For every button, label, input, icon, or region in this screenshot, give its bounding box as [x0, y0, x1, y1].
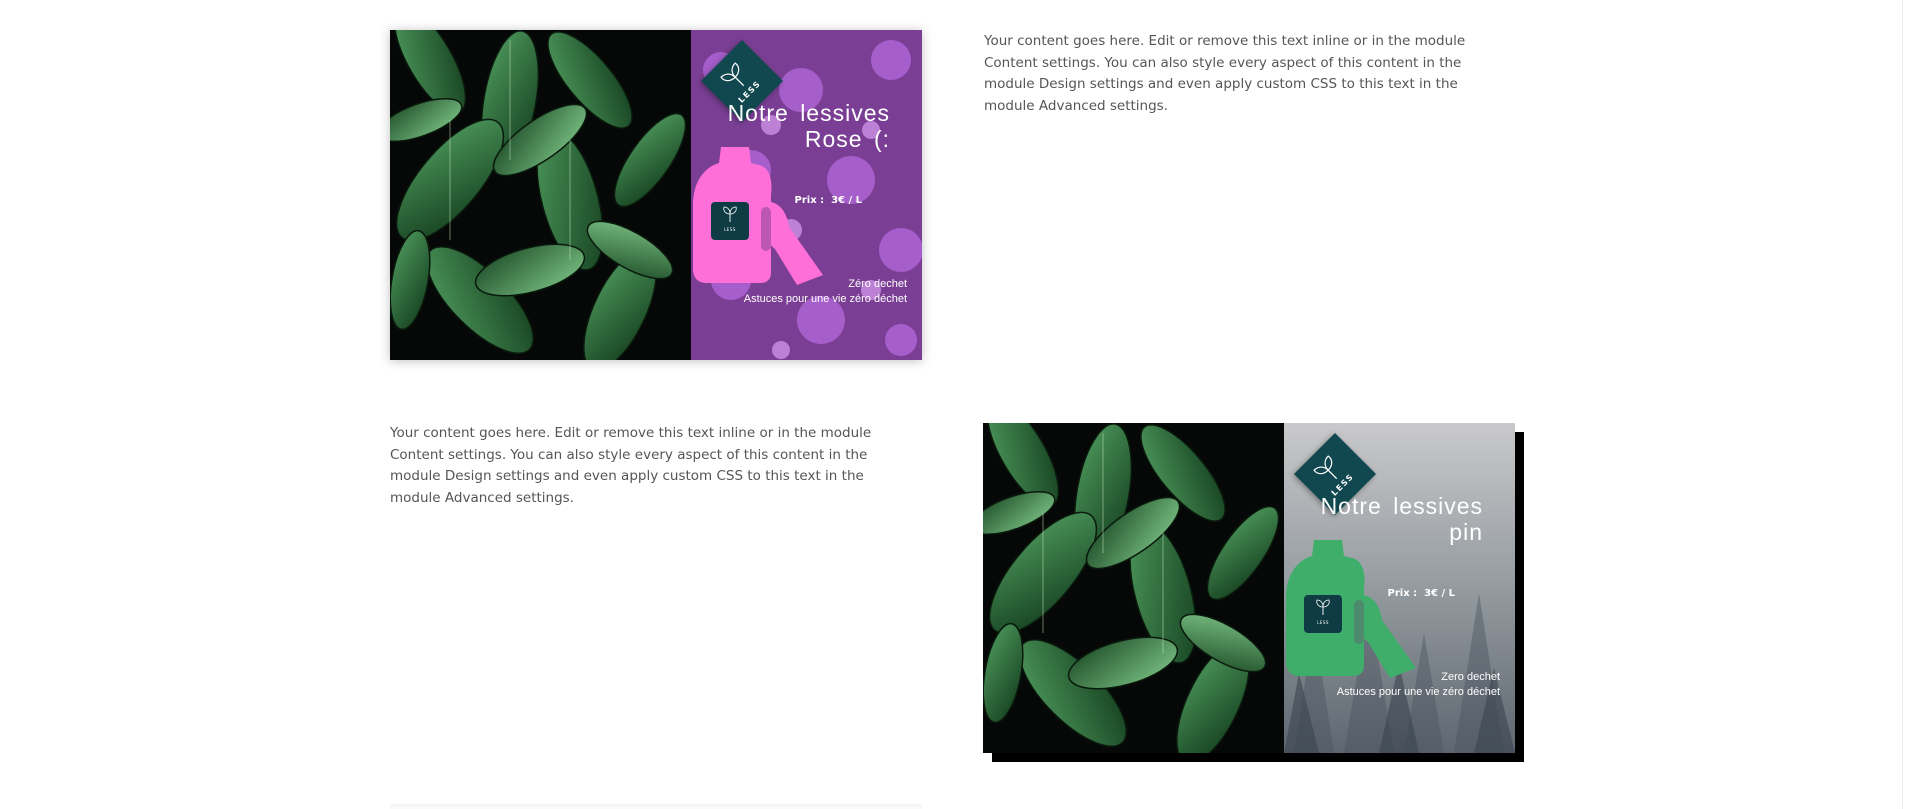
promo-panel: LESS Notre lessives Rose (: LESS Prix : …	[691, 30, 922, 360]
product-image-rose: LESS Notre lessives Rose (: LESS Prix : …	[390, 30, 922, 360]
bottle-logo-text: LESS	[1317, 620, 1329, 625]
tag-zero-waste: Zéro dechet	[848, 278, 907, 290]
bottle-logo-label: LESS	[711, 202, 749, 240]
tag-tips: Astuces pour une vie zéro déchet	[743, 293, 907, 305]
tag-tips: Astuces pour une vie zéro déchet	[1336, 686, 1500, 698]
leaves-photo	[390, 30, 691, 360]
next-section-edge	[390, 804, 922, 809]
leaves-photo	[983, 423, 1284, 753]
leaf-sprout-icon	[1316, 599, 1330, 615]
bottle-logo-text: LESS	[724, 227, 736, 232]
tag-zero-waste: Zero dechet	[1441, 671, 1500, 683]
product-image-pine: LESS Notre lessives pin LESS Prix : 3€ /…	[983, 423, 1515, 753]
promo-title-line1: Notre lessives	[1320, 493, 1483, 519]
content-text-top: Your content goes here. Edit or remove t…	[984, 33, 1466, 114]
content-text-bottom: Your content goes here. Edit or remove t…	[390, 425, 872, 506]
leaf-sprout-icon	[723, 206, 737, 222]
promo-title-line1: Notre lessives	[727, 100, 890, 126]
price-label: Prix : 3€ / L	[1387, 588, 1456, 599]
bottle-logo-label: LESS	[1304, 595, 1342, 633]
price-label: Prix : 3€ / L	[794, 195, 863, 206]
promo-panel: LESS Notre lessives pin LESS Prix : 3€ /…	[1284, 423, 1515, 753]
right-page-edge	[1902, 0, 1903, 809]
